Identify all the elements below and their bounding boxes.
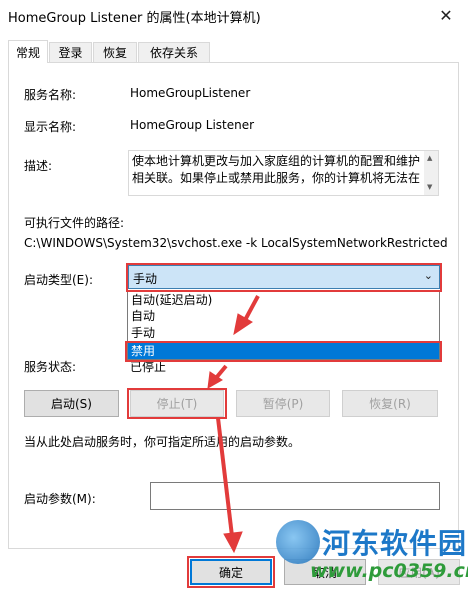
description-line: 相关联。如果停止或禁用此服务，你的计算机将无法在 [132, 171, 421, 185]
watermark-name: 河东软件园 [322, 527, 468, 560]
start-params-label: 启动参数(M): [24, 492, 96, 506]
option-disabled[interactable]: 禁用 [128, 343, 439, 359]
watermark-url: www.pc0359.cn [310, 560, 468, 582]
display-name-label: 显示名称: [24, 120, 77, 134]
title-bar: HomeGroup Listener 的属性(本地计算机) ✕ [0, 0, 468, 32]
window-title: HomeGroup Listener 的属性(本地计算机) [8, 11, 261, 26]
scroll-up-icon[interactable]: ▲ [427, 154, 432, 162]
watermark-logo-icon [276, 520, 320, 564]
close-icon[interactable]: ✕ [424, 0, 468, 30]
exe-path-value: C:\WINDOWS\System32\svchost.exe -k Local… [24, 236, 448, 250]
start-params-input[interactable] [150, 482, 440, 510]
startup-type-select[interactable]: 手动 ⌄ [128, 265, 440, 289]
description-scrollbar[interactable]: ▲ ▼ [424, 151, 438, 195]
ok-button[interactable]: 确定 [190, 559, 272, 585]
hint-text: 当从此处启动服务时，你可指定所适用的启动参数。 [24, 435, 301, 449]
description-label: 描述: [24, 159, 53, 173]
tab-recovery[interactable]: 恢复 [93, 42, 137, 62]
pause-button[interactable]: 暂停(P) [236, 390, 330, 417]
startup-type-label: 启动类型(E): [24, 273, 93, 287]
display-name-value: HomeGroup Listener [130, 118, 255, 132]
service-name-label: 服务名称: [24, 88, 77, 102]
tab-dependencies[interactable]: 依存关系 [138, 42, 210, 62]
resume-button[interactable]: 恢复(R) [342, 390, 438, 417]
description-box[interactable]: 使本地计算机更改与加入家庭组的计算机的配置和维护 相关联。如果停止或禁用此服务，… [128, 150, 439, 196]
scroll-down-icon[interactable]: ▼ [427, 183, 432, 191]
tab-general[interactable]: 常规 [8, 40, 48, 63]
watermark: 河东软件园 www.pc0359.cn [276, 520, 468, 590]
description-text: 使本地计算机更改与加入家庭组的计算机的配置和维护 相关联。如果停止或禁用此服务，… [132, 153, 420, 187]
exe-path-label: 可执行文件的路径: [24, 216, 125, 230]
option-auto[interactable]: 自动 [128, 308, 439, 324]
stop-button[interactable]: 停止(T) [130, 390, 224, 417]
service-status-value: 已停止 [130, 360, 167, 374]
service-name-value: HomeGroupListener [130, 86, 251, 100]
option-auto-delayed[interactable]: 自动(延迟启动) [128, 292, 439, 308]
service-status-label: 服务状态: [24, 360, 77, 374]
startup-type-value: 手动 [133, 272, 158, 286]
start-button[interactable]: 启动(S) [24, 390, 119, 417]
option-manual[interactable]: 手动 [128, 325, 439, 341]
startup-type-dropdown: 自动(延迟启动) 自动 手动 禁用 [127, 290, 440, 360]
description-line: 使本地计算机更改与加入家庭组的计算机的配置和维护 [132, 154, 421, 168]
chevron-down-icon[interactable]: ⌄ [424, 269, 433, 282]
tab-logon[interactable]: 登录 [49, 42, 92, 62]
